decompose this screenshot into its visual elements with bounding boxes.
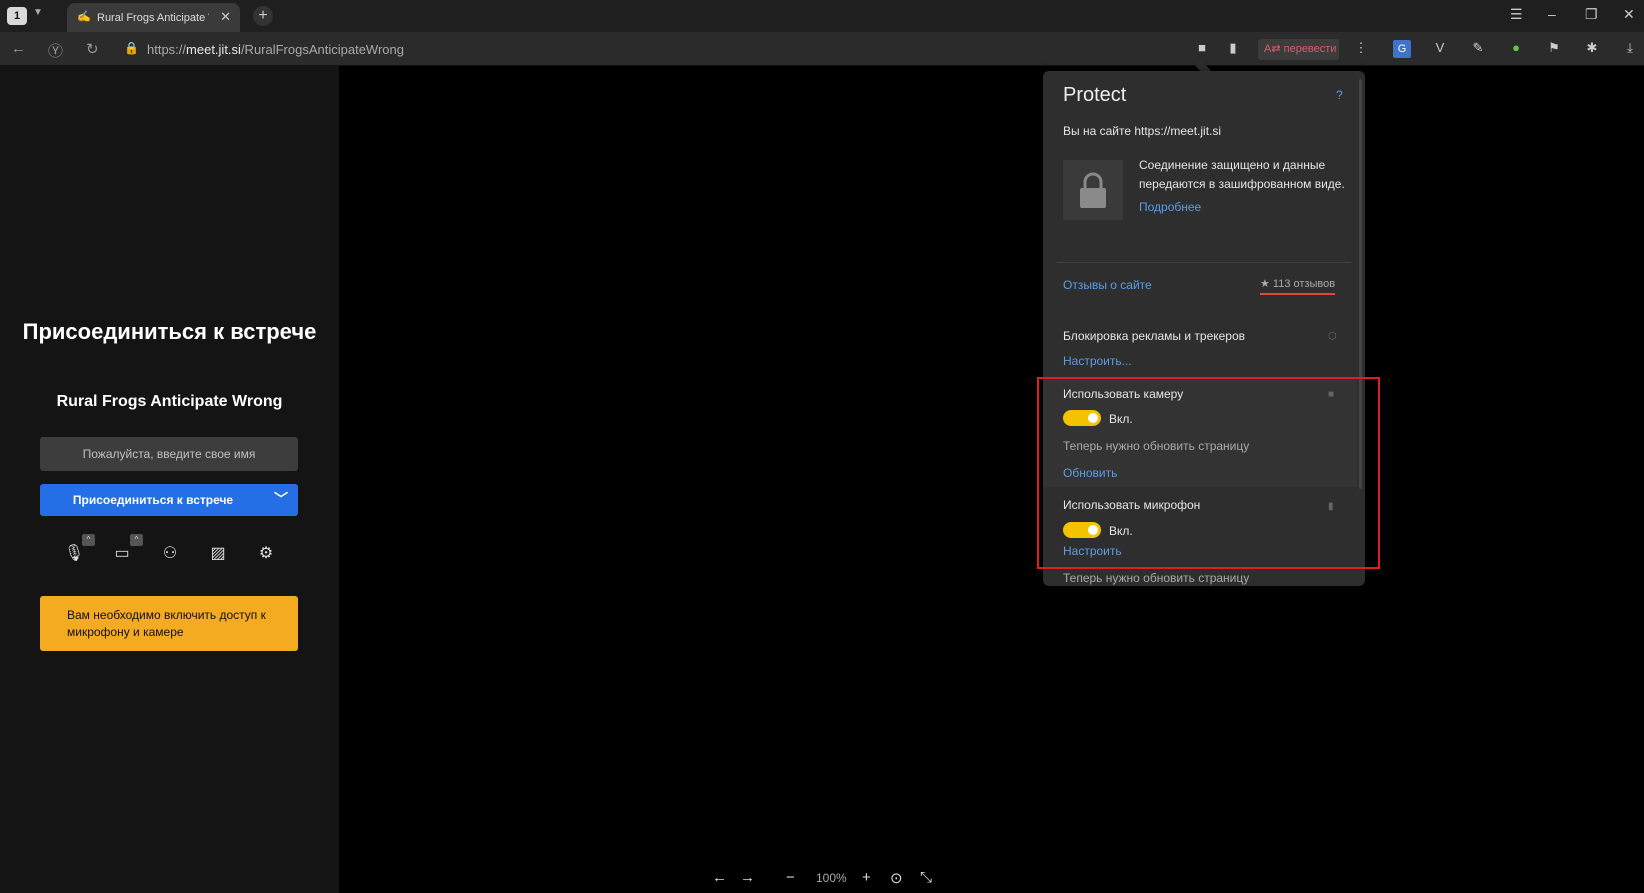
connection-text: Соединение защищено и данные передаются …	[1139, 158, 1345, 191]
meeting-name: Rural Frogs Anticipate Wrong	[56, 393, 283, 410]
tab-title: Rural Frogs Anticipate W	[97, 12, 209, 24]
prejoin-panel: Присоединиться к встрече Rural Frogs Ant…	[0, 66, 339, 893]
arrow-right-icon[interactable]: →	[740, 869, 755, 886]
viewer-toolbar: ← → − 100% + ⊙ ⤡	[700, 864, 940, 892]
camera-icon[interactable]: ■	[1193, 40, 1211, 58]
download-icon[interactable]: ⤓	[1621, 40, 1639, 58]
google-translate-icon[interactable]: G	[1393, 40, 1411, 58]
name-input[interactable]	[40, 437, 298, 471]
menu-icon[interactable]: ☰	[1510, 6, 1523, 23]
restore-icon[interactable]: ❐	[1585, 6, 1598, 23]
zoom-out-icon[interactable]: −	[786, 869, 795, 886]
more-link[interactable]: Подробнее	[1139, 200, 1201, 214]
zoom-level: 100%	[816, 871, 847, 885]
translate-icon: A⇄	[1264, 43, 1281, 55]
permission-warning: Вам необходимо включить доступ к микрофо…	[40, 596, 298, 651]
help-link[interactable]: ?	[1336, 88, 1343, 102]
collapse-icon[interactable]: ⤡	[920, 869, 932, 886]
translate-label: перевести	[1283, 43, 1337, 55]
url-text[interactable]: https://meet.jit.si/RuralFrogsAnticipate…	[147, 42, 404, 57]
new-tab-button[interactable]: +	[253, 6, 273, 26]
invite-people-icon[interactable]: ⚇	[156, 540, 184, 568]
flag-icon[interactable]: ⚑	[1545, 40, 1563, 58]
chevron-down-icon[interactable]: ▼	[33, 7, 43, 18]
back-icon[interactable]: ←	[11, 40, 26, 57]
adblock-title: Блокировка рекламы и трекеров	[1063, 329, 1246, 343]
browser-tab[interactable]: ✍ Rural Frogs Anticipate W ✕	[67, 3, 240, 32]
pen-icon[interactable]: ✎	[1469, 40, 1487, 58]
yandex-icon[interactable]: Ⓨ	[48, 40, 63, 61]
mic-hint: Теперь нужно обновить страницу	[1063, 571, 1250, 585]
address-bar: ← Ⓨ ↻ 🔒 https://meet.jit.si/RuralFrogsAn…	[0, 32, 1644, 66]
lock-icon[interactable]: 🔒	[124, 41, 139, 55]
site-favicon-icon: ✍	[77, 11, 91, 23]
join-meeting-button[interactable]: Присоединиться к встрече ﹀	[40, 484, 298, 516]
popup-title: Protect	[1063, 84, 1127, 106]
divider	[1057, 262, 1351, 263]
url-field[interactable]: 🔒 https://meet.jit.si/RuralFrogsAnticipa…	[116, 36, 1252, 62]
mic-options-caret-icon[interactable]: ^	[82, 534, 95, 546]
minimize-icon[interactable]: –	[1548, 6, 1556, 22]
media-controls: 🎙 ^ ▭ ^ ⚇ ▨ ⚙	[60, 534, 290, 576]
more-icon[interactable]: ⋮	[1352, 40, 1370, 58]
join-meeting-label: Присоединиться к встрече	[72, 493, 234, 507]
adblock-settings-link[interactable]: Настроить...	[1063, 354, 1132, 368]
reviews-link[interactable]: Отзывы о сайте	[1063, 278, 1152, 292]
tab-bar: 1 ▼ ✍ Rural Frogs Anticipate W ✕ + ☰ – ❐…	[0, 0, 1644, 32]
close-icon[interactable]: ✕	[220, 9, 231, 25]
puzzle-icon[interactable]: ✱	[1583, 40, 1601, 58]
camera-options-caret-icon[interactable]: ^	[130, 534, 143, 546]
shield-icon: ⬡	[1328, 331, 1337, 342]
download-circle-icon[interactable]: ⊙	[890, 869, 903, 887]
reload-icon[interactable]: ↻	[86, 40, 99, 58]
padlock-icon	[1063, 160, 1123, 220]
connection-info: Соединение защищено и данные передаются …	[1139, 156, 1351, 220]
v-extension-icon[interactable]: V	[1431, 40, 1449, 58]
arrow-left-icon[interactable]: ←	[712, 869, 727, 886]
settings-gear-icon[interactable]: ⚙	[252, 540, 280, 568]
bookmark-icon[interactable]: ▮	[1224, 40, 1242, 58]
site-line: Вы на сайте https://meet.jit.si	[1063, 124, 1222, 138]
shield-extension-icon[interactable]: ●	[1507, 40, 1525, 58]
rating-badge[interactable]: ★ 113 отзывов	[1260, 277, 1336, 295]
highlight-box	[1037, 377, 1380, 569]
page-title: Присоединиться к встрече	[22, 319, 317, 344]
translate-button[interactable]: A⇄ перевести	[1258, 39, 1339, 60]
background-image-icon[interactable]: ▨	[204, 540, 232, 568]
chevron-down-icon[interactable]: ﹀	[274, 489, 288, 509]
close-window-icon[interactable]: ✕	[1623, 6, 1635, 23]
zoom-in-icon[interactable]: +	[862, 869, 871, 886]
tab-counter[interactable]: 1	[7, 7, 27, 25]
